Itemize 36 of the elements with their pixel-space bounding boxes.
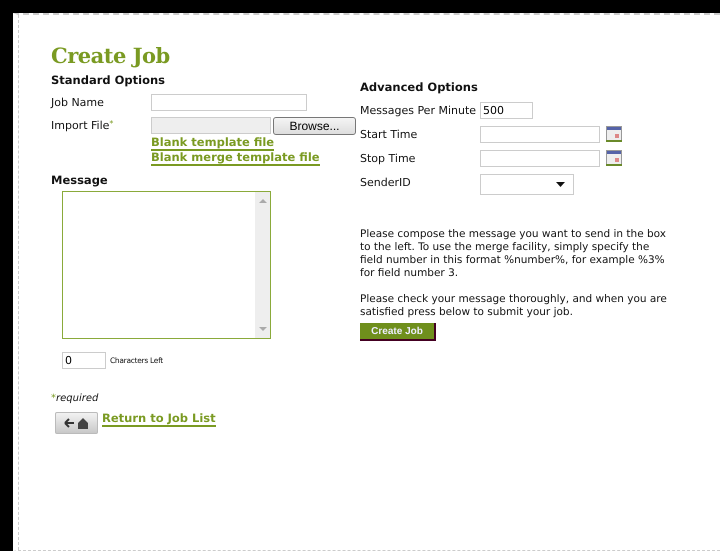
required-mark: * — [51, 393, 56, 404]
date-field[interactable] — [480, 150, 600, 166]
instruction-text: Please check your message thoroughly, and when you are satisfied press below to submit your job. — [360, 293, 668, 319]
dropdown-arrow-icon — [556, 182, 565, 186]
template-link[interactable]: Blank merge template file — [151, 151, 320, 166]
message-textarea[interactable] — [62, 191, 271, 339]
field-label: Messages Per Minute — [360, 104, 478, 116]
sender-dropdown[interactable] — [480, 174, 574, 194]
input-field[interactable] — [151, 94, 307, 111]
counter-field[interactable]: 0 — [62, 352, 106, 369]
date-field[interactable] — [480, 126, 600, 142]
scrollbar[interactable] — [255, 192, 270, 338]
calendar-icon[interactable] — [606, 126, 622, 142]
scroll-down-icon[interactable] — [258, 326, 266, 332]
template-link[interactable]: Blank template file — [151, 136, 274, 151]
field-label: Start Time — [360, 128, 418, 140]
back-home-icon — [62, 416, 90, 430]
field-label: Job Name — [51, 96, 105, 109]
scroll-up-icon[interactable] — [258, 198, 266, 204]
create-job-button[interactable]: Create Job — [360, 323, 436, 341]
required-mark: * — [109, 119, 114, 128]
field-label: SenderID — [360, 176, 412, 188]
section-heading: Advanced Options — [360, 80, 479, 96]
section-heading: Standard Options — [51, 73, 166, 89]
field-label: Stop Time — [360, 152, 416, 164]
file-field[interactable] — [151, 117, 271, 134]
input-field[interactable]: 500 — [480, 102, 533, 118]
field-label: Import File — [51, 119, 110, 132]
calendar-icon[interactable] — [606, 150, 622, 166]
page-title: Create Job — [51, 42, 171, 67]
section-heading: Message — [51, 173, 109, 189]
return-link[interactable]: Return to Job List — [102, 412, 216, 427]
instruction-text: Please compose the message you want to send in the box to the left. To use the merge facility, simply specify the field number in this format %number%, for example %3% for field number 3. — [360, 228, 667, 280]
back-home-button[interactable] — [55, 412, 98, 434]
browse-button[interactable]: Browse... — [273, 116, 356, 134]
required-note: required — [56, 393, 98, 404]
